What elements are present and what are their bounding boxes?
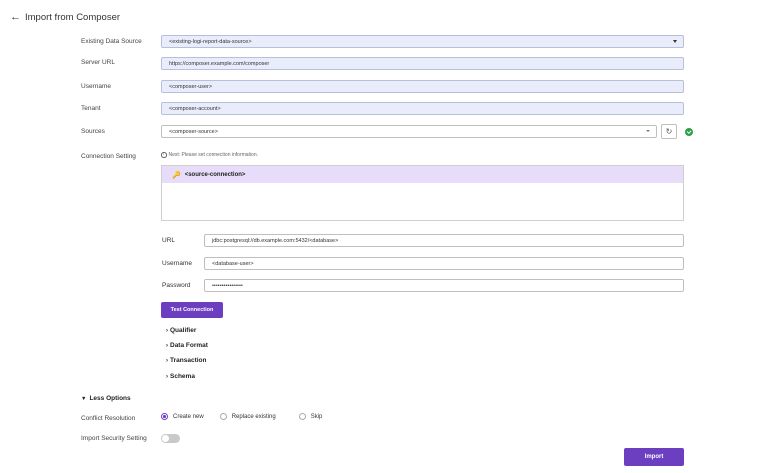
info-icon: i [161,152,167,158]
radio-label: Skip [310,413,323,420]
import-button[interactable]: Import [624,448,684,466]
radio-replace-existing[interactable]: Replace existing [219,413,276,420]
sources-select[interactable]: <composer-source> [161,125,657,138]
toggle-knob [162,435,169,442]
import-security-setting-label: Import Security Setting [81,435,147,442]
chevron-right-icon: › [166,358,168,364]
db-username-label: Username [162,260,192,267]
section-label: Data Format [170,342,208,349]
connection-name: <source-connection> [184,171,246,178]
back-arrow-icon[interactable]: ← [10,10,21,24]
username-value: <composer-user> [169,83,213,90]
chevron-right-icon: › [166,328,168,334]
chevron-right-icon: › [166,374,168,380]
section-label: Transaction [170,357,207,364]
radio-selected-icon [161,413,168,420]
username-input[interactable]: <composer-user> [161,80,684,93]
triangle-down-icon: ▼ [81,395,87,402]
connection-hint-text: Next: Please set connection information. [168,152,259,158]
db-username-input[interactable]: <database-user> [204,257,684,270]
connection-setting-label: Connection Setting [81,153,136,160]
connection-list: 🔑 <source-connection> [161,165,684,221]
sources-label: Sources [81,128,105,135]
test-connection-button[interactable]: Test Connection [161,302,223,318]
radio-label: Create new [173,413,204,420]
less-options-label: Less Options [89,395,131,402]
tenant-input[interactable]: <composer-account> [161,102,684,115]
refresh-icon: ↻ [665,127,673,136]
dropdown-caret-icon [673,40,677,43]
section-label: Schema [170,373,195,380]
url-value: jdbc:postgresql://db.example.com:5432/<d… [212,237,339,244]
radio-create-new[interactable]: Create new [161,413,204,420]
tenant-value: <composer-account> [169,105,221,112]
existing-data-source-value: <existing-logi-report-data-source> [169,38,252,45]
import-security-setting-toggle[interactable] [161,434,180,443]
success-check-icon [685,128,693,136]
server-url-input[interactable]: https://composer.example.com/composer [161,57,684,70]
connection-list-item[interactable]: 🔑 <source-connection> [162,166,683,183]
key-icon: 🔑 [172,171,181,179]
section-schema[interactable]: › Schema [166,372,195,382]
section-transaction[interactable]: › Transaction [166,356,206,366]
radio-skip[interactable]: Skip [298,413,323,420]
conflict-resolution-label: Conflict Resolution [81,415,136,422]
connection-hint: i Next: Please set connection informatio… [161,152,258,158]
chevron-right-icon: › [166,343,168,349]
db-username-value: <database-user> [212,260,254,267]
server-url-label: Server URL [81,59,115,66]
server-url-value: https://composer.example.com/composer [169,60,270,67]
password-label: Password [162,282,191,289]
page-title: Import from Composer [25,11,121,23]
conflict-resolution-radio-group: Create new Replace existing Skip [161,413,322,420]
less-options-toggle[interactable]: ▼ Less Options [81,395,131,402]
password-value: •••••••••••••••• [212,282,243,289]
url-label: URL [162,237,176,244]
section-label: Qualifier [170,327,197,334]
url-input[interactable]: jdbc:postgresql://db.example.com:5432/<d… [204,234,684,247]
section-qualifier[interactable]: › Qualifier [166,326,196,336]
sources-value: <composer-source> [169,128,218,135]
radio-unselected-icon [219,413,227,420]
password-input[interactable]: •••••••••••••••• [204,279,684,292]
dropdown-caret-icon [646,130,650,132]
radio-unselected-icon [298,413,306,420]
existing-data-source-label: Existing Data Source [81,38,142,45]
refresh-sources-button[interactable]: ↻ [661,124,677,139]
page-header: ← Import from Composer [10,10,120,24]
existing-data-source-select[interactable]: <existing-logi-report-data-source> [161,35,684,48]
section-data-format[interactable]: › Data Format [166,341,208,351]
radio-label: Replace existing [231,413,276,420]
username-label: Username [81,83,111,90]
tenant-label: Tenant [81,105,101,112]
